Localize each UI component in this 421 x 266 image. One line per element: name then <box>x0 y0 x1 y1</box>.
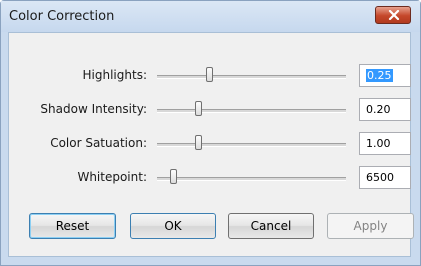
cancel-button[interactable]: Cancel <box>228 213 314 239</box>
slider-track <box>157 143 346 147</box>
whitepoint-value-field[interactable]: 6500 <box>359 166 411 189</box>
color-saturation-label: Color Satuation: <box>50 136 147 150</box>
whitepoint-slider[interactable] <box>157 165 346 191</box>
whitepoint-row: Whitepoint: 6500 <box>9 165 411 191</box>
color-saturation-slider[interactable] <box>157 131 346 157</box>
shadow-intensity-value-field[interactable]: 0.20 <box>359 98 411 121</box>
shadow-intensity-label: Shadow Intensity: <box>40 102 147 116</box>
color-saturation-value-field[interactable]: 1.00 <box>359 132 411 155</box>
reset-button[interactable]: Reset <box>29 213 116 239</box>
dialog-body: Highlights: 0.25 Shadow Intensity: 0.20 … <box>8 32 414 257</box>
ok-button[interactable]: OK <box>130 213 216 239</box>
whitepoint-label: Whitepoint: <box>77 170 147 184</box>
window-title: Color Correction <box>9 9 115 24</box>
close-x-icon <box>388 10 400 20</box>
slider-thumb[interactable] <box>170 169 177 184</box>
highlights-value: 0.25 <box>366 69 393 82</box>
slider-track <box>157 109 346 113</box>
shadow-intensity-value: 0.20 <box>366 103 391 116</box>
color-saturation-row: Color Satuation: 1.00 <box>9 131 411 157</box>
slider-thumb[interactable] <box>195 101 202 116</box>
whitepoint-value: 6500 <box>366 171 394 184</box>
highlights-row: Highlights: 0.25 <box>9 63 411 89</box>
close-button[interactable] <box>375 6 411 24</box>
color-saturation-value: 1.00 <box>366 137 391 150</box>
color-correction-dialog: Color Correction Highlights: 0.25 Shadow… <box>0 0 421 266</box>
highlights-slider[interactable] <box>157 63 346 89</box>
highlights-value-field[interactable]: 0.25 <box>359 64 411 87</box>
slider-thumb[interactable] <box>195 135 202 150</box>
apply-button: Apply <box>327 213 414 239</box>
slider-thumb[interactable] <box>206 67 213 82</box>
shadow-intensity-row: Shadow Intensity: 0.20 <box>9 97 411 123</box>
highlights-label: Highlights: <box>82 68 147 82</box>
title-bar[interactable]: Color Correction <box>1 1 420 32</box>
slider-track <box>157 75 346 79</box>
slider-track <box>157 177 346 181</box>
shadow-intensity-slider[interactable] <box>157 97 346 123</box>
